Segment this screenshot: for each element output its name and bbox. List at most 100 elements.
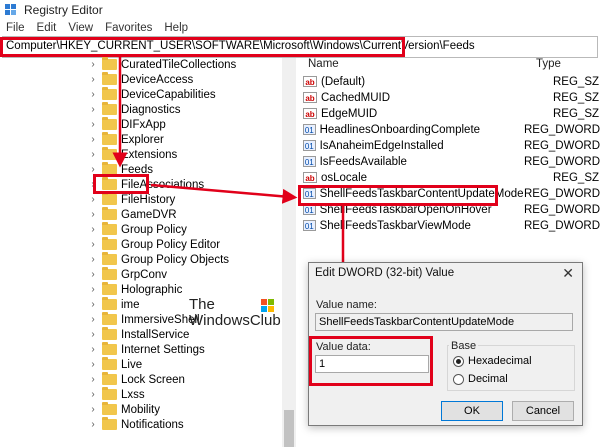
- folder-icon: [102, 147, 117, 160]
- value-highlight-box: [298, 185, 498, 206]
- tree-item[interactable]: › Group Policy: [88, 222, 187, 237]
- tree-item-label: Diagnostics: [121, 103, 181, 116]
- chevron-right-icon[interactable]: ›: [88, 269, 98, 280]
- chevron-right-icon[interactable]: ›: [88, 239, 98, 250]
- radio-unselected-icon[interactable]: [453, 373, 464, 385]
- tree-item[interactable]: › InstallService: [88, 327, 189, 342]
- chevron-right-icon[interactable]: ›: [88, 344, 98, 355]
- tree-item[interactable]: › Live: [88, 357, 142, 372]
- folder-icon: [102, 57, 117, 70]
- tree-item-label: Mobility: [121, 403, 160, 416]
- value-row[interactable]: 01 HeadlinesOnboardingComplete REG_DWORD: [303, 122, 600, 137]
- chevron-right-icon[interactable]: ›: [88, 419, 98, 430]
- tree-item[interactable]: › FileHistory: [88, 192, 175, 207]
- value-row[interactable]: 01 ShellFeedsTaskbarViewMode REG_DWORD: [303, 218, 600, 233]
- tree-item[interactable]: › Internet Settings: [88, 342, 205, 357]
- dialog-title: Edit DWORD (32-bit) Value: [315, 267, 455, 279]
- tree-item[interactable]: › GrpConv: [88, 267, 167, 282]
- chevron-right-icon[interactable]: ›: [88, 329, 98, 340]
- value-name-field: ShellFeedsTaskbarContentUpdateMode: [315, 313, 573, 331]
- value-type: REG_DWORD: [523, 123, 600, 136]
- chevron-right-icon[interactable]: ›: [88, 164, 98, 175]
- tree-item[interactable]: › Explorer: [88, 132, 164, 147]
- chevron-right-icon[interactable]: ›: [88, 359, 98, 370]
- menu-edit[interactable]: Edit: [37, 22, 57, 34]
- tree-item[interactable]: › Lock Screen: [88, 372, 185, 387]
- chevron-right-icon[interactable]: ›: [88, 89, 98, 100]
- chevron-right-icon[interactable]: ›: [88, 389, 98, 400]
- chevron-right-icon[interactable]: ›: [88, 194, 98, 205]
- value-type: REG_SZ: [553, 171, 600, 184]
- windowsclub-logo: The WindowsClub: [189, 297, 281, 337]
- tree-item[interactable]: › Group Policy Editor: [88, 237, 220, 252]
- chevron-right-icon[interactable]: ›: [88, 74, 98, 85]
- tree-item[interactable]: › Notifications: [88, 417, 184, 432]
- menu-file[interactable]: File: [6, 22, 25, 34]
- tree-item[interactable]: › ime: [88, 297, 140, 312]
- folder-icon: [102, 387, 117, 400]
- chevron-right-icon[interactable]: ›: [88, 104, 98, 115]
- chevron-right-icon[interactable]: ›: [88, 134, 98, 145]
- chevron-right-icon[interactable]: ›: [88, 404, 98, 415]
- hexadecimal-radio[interactable]: Hexadecimal: [453, 355, 532, 367]
- tree-item[interactable]: › Holographic: [88, 282, 182, 297]
- tree-item[interactable]: › DeviceAccess: [88, 72, 193, 87]
- decimal-radio[interactable]: Decimal: [453, 373, 508, 385]
- tree-item-label: Internet Settings: [121, 343, 205, 356]
- close-icon[interactable]: ✕: [562, 265, 574, 282]
- window-title: Registry Editor: [24, 3, 103, 17]
- tree-scrollbar[interactable]: [282, 58, 296, 447]
- chevron-right-icon[interactable]: ›: [88, 149, 98, 160]
- chevron-right-icon[interactable]: ›: [88, 59, 98, 70]
- chevron-right-icon[interactable]: ›: [88, 314, 98, 325]
- column-type-header[interactable]: Type: [536, 58, 561, 74]
- tree-item[interactable]: › CuratedTileCollections: [88, 57, 236, 72]
- tree-item-label: DeviceCapabilities: [121, 88, 216, 101]
- value-type: REG_DWORD: [523, 219, 600, 232]
- tree-item[interactable]: › Extensions: [88, 147, 177, 162]
- radio-selected-icon[interactable]: [453, 355, 464, 367]
- value-name: osLocale: [321, 171, 368, 184]
- tree-item[interactable]: › Lxss: [88, 387, 145, 402]
- value-type: REG_SZ: [553, 91, 600, 104]
- folder-icon: [102, 102, 117, 115]
- tree-item-label: GrpConv: [121, 268, 168, 281]
- value-row[interactable]: ab (Default) REG_SZ: [303, 74, 600, 89]
- cancel-button[interactable]: Cancel: [512, 401, 574, 421]
- string-value-icon: ab: [303, 108, 317, 119]
- chevron-right-icon[interactable]: ›: [88, 299, 98, 310]
- tree-item[interactable]: › Group Policy Objects: [88, 252, 229, 267]
- tree-item[interactable]: › GameDVR: [88, 207, 177, 222]
- chevron-right-icon[interactable]: ›: [88, 374, 98, 385]
- menu-favorites[interactable]: Favorites: [105, 22, 152, 34]
- value-row[interactable]: 01 IsAnaheimEdgeInstalled REG_DWORD: [303, 138, 600, 153]
- tree-item[interactable]: › DIFxApp: [88, 117, 166, 132]
- chevron-right-icon[interactable]: ›: [88, 224, 98, 235]
- tree-item[interactable]: › Diagnostics: [88, 102, 180, 117]
- tree-scrollbar-thumb[interactable]: [284, 410, 294, 447]
- registry-app-icon: [4, 3, 18, 17]
- tree-item[interactable]: › ImmersiveShell: [88, 312, 200, 327]
- chevron-right-icon[interactable]: ›: [88, 254, 98, 265]
- tree-item[interactable]: › DeviceCapabilities: [88, 87, 216, 102]
- chevron-right-icon[interactable]: ›: [88, 119, 98, 130]
- folder-icon: [102, 117, 117, 130]
- value-row[interactable]: ab CachedMUID REG_SZ: [303, 90, 600, 105]
- value-row[interactable]: 01 IsFeedsAvailable REG_DWORD: [303, 154, 600, 169]
- tree-item-label: Explorer: [121, 133, 164, 146]
- tree-item[interactable]: › Mobility: [88, 402, 160, 417]
- folder-icon: [102, 372, 117, 385]
- menu-help[interactable]: Help: [164, 22, 188, 34]
- tree-item-label: Group Policy Editor: [121, 238, 221, 251]
- value-row[interactable]: ab osLocale REG_SZ: [303, 170, 600, 185]
- value-row[interactable]: ab EdgeMUID REG_SZ: [303, 106, 600, 121]
- menu-bar: File Edit View Favorites Help: [0, 20, 600, 36]
- column-name-header[interactable]: Name: [308, 58, 339, 74]
- ok-button[interactable]: OK: [441, 401, 503, 421]
- folder-icon: [102, 72, 117, 85]
- chevron-right-icon[interactable]: ›: [88, 284, 98, 295]
- menu-view[interactable]: View: [68, 22, 93, 34]
- folder-icon: [102, 417, 117, 430]
- chevron-right-icon[interactable]: ›: [88, 209, 98, 220]
- hexadecimal-label: Hexadecimal: [468, 355, 532, 367]
